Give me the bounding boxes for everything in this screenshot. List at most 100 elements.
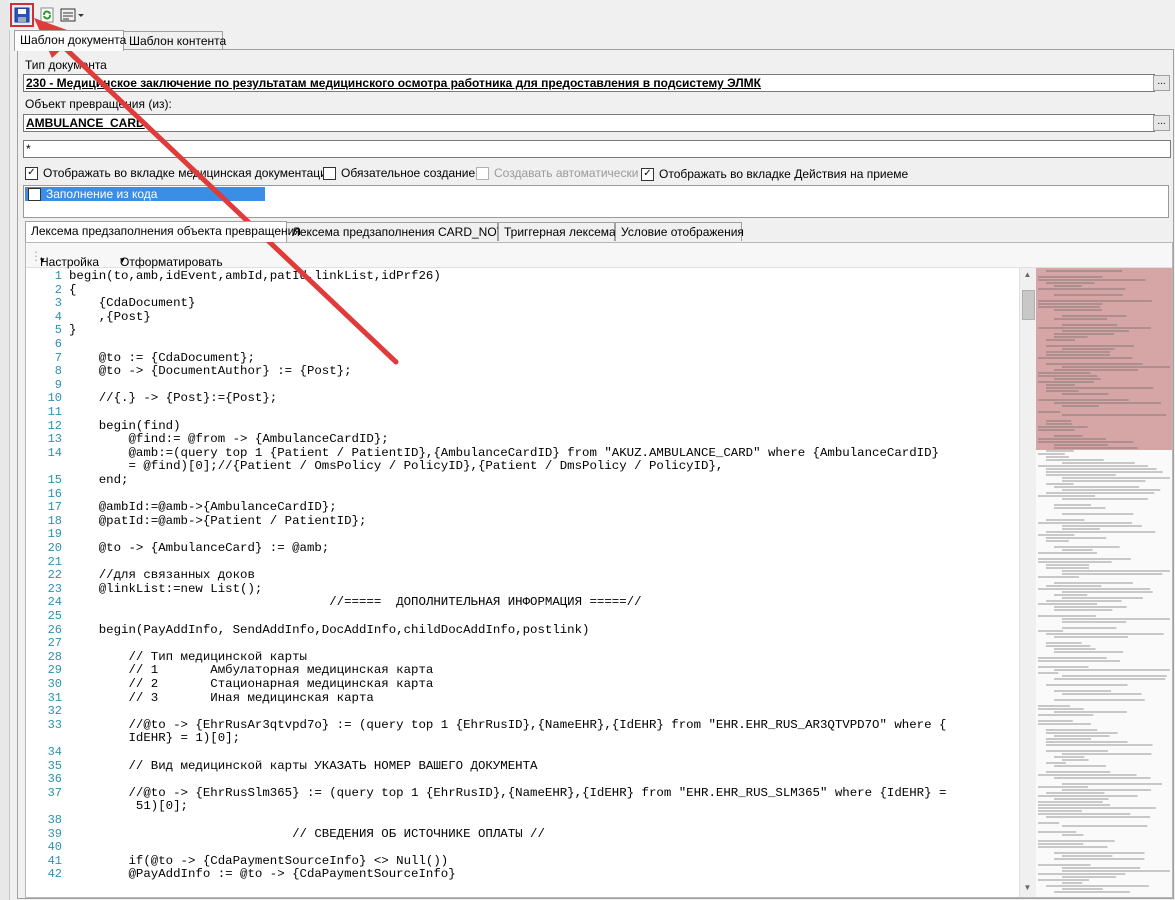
code-line[interactable]: end; <box>69 473 129 488</box>
line-number: 15 <box>47 473 62 487</box>
scroll-up-icon[interactable]: ▲ <box>1022 270 1033 282</box>
line-number: 12 <box>47 418 62 433</box>
left-dock-strip <box>0 0 10 900</box>
code-line[interactable]: if(@to -> {CdaPaymentSourceInfo} <> Null… <box>69 854 448 869</box>
tab-document-template[interactable]: Шаблон документа <box>14 30 126 51</box>
code-line[interactable]: = @find)[0];//{Patient / OmsPolicy / Pol… <box>69 460 723 474</box>
checkbox-box[interactable]: ✓ <box>25 166 38 180</box>
line-number: 18 <box>47 513 62 528</box>
doc-type-field[interactable]: 230 - Медицинское заключение по результа… <box>23 74 1155 92</box>
code-line[interactable]: begin(PayAddInfo, SendAddInfo,DocAddInfo… <box>69 623 590 638</box>
code-line[interactable]: // Вид медицинской карты УКАЗАТЬ НОМЕР В… <box>69 759 537 774</box>
checkbox-mandatory-creation[interactable]: Обязательное создание <box>323 166 475 180</box>
line-number: 37 <box>47 785 62 800</box>
code-line[interactable]: // 2 Стационарная медицинская карта <box>69 677 433 692</box>
code-line[interactable]: @find:= @from -> {AmbulanceCardID}; <box>69 433 388 447</box>
save-icon[interactable] <box>10 3 34 27</box>
code-line[interactable]: // Тип медицинской карты <box>69 650 306 665</box>
line-number: 16 <box>47 486 62 501</box>
code-line[interactable]: //@to -> {EhrRusAr3qtvpd7o} := (query to… <box>69 718 946 733</box>
document-template-panel: Тип документа 230 - Медицинское заключен… <box>17 49 1174 899</box>
tab-content-template[interactable]: Шаблон контента <box>123 31 226 50</box>
code-line[interactable]: } <box>69 324 76 338</box>
code-line[interactable]: @amb:=(query top 1 {Patient / PatientID}… <box>69 446 938 461</box>
code-line[interactable]: //для связанных доков <box>69 569 255 583</box>
code-line[interactable]: @to := {CdaDocument}; <box>69 351 255 366</box>
checkbox-show-in-med-docs[interactable]: ✓ Отображать во вкладке медицинская докум… <box>25 166 333 180</box>
line-number: 26 <box>47 622 62 637</box>
source-object-label: Объект превращения (из): <box>25 97 172 111</box>
scroll-down-icon[interactable]: ▼ <box>1022 883 1033 895</box>
line-number: 19 <box>47 527 62 542</box>
checkbox-box[interactable]: ✓ <box>641 167 654 181</box>
code-line[interactable]: @to -> {DocumentAuthor} := {Post}; <box>69 365 352 379</box>
line-number: 11 <box>47 405 62 419</box>
code-minimap[interactable] <box>1036 268 1172 897</box>
tab-trigger-lexeme[interactable]: Триггерная лексема <box>498 222 616 241</box>
line-number: 7 <box>54 350 62 365</box>
extra-field[interactable]: * <box>23 140 1171 158</box>
line-number: 34 <box>47 745 62 759</box>
line-number: 5 <box>54 323 62 338</box>
code-editor[interactable]: ⋮ Настройка ▾ Отформатировать ▾ 12 34 5678… <box>25 242 1173 898</box>
checkbox-show-in-actions[interactable]: ✓ Отображать во вкладке Действия на прием… <box>641 167 908 181</box>
code-line[interactable]: //===== ДОПОЛНИТЕЛЬНАЯ ИНФОРМАЦИЯ =====/… <box>69 596 641 610</box>
line-number: 24 <box>47 595 62 610</box>
code-line[interactable]: //{.} -> {Post}:={Post}; <box>69 392 277 406</box>
line-number: 36 <box>47 772 62 787</box>
code-line[interactable]: ,{Post} <box>69 310 151 325</box>
line-number: 13 <box>47 432 62 447</box>
layout-dropdown-icon[interactable] <box>59 5 87 25</box>
code-line[interactable]: // 3 Иная медицинская карта <box>69 691 373 706</box>
code-line[interactable]: begin(to,amb,idEvent,ambId,patId,linkLis… <box>69 269 441 284</box>
tab-display-condition[interactable]: Условие отображения <box>615 222 744 241</box>
source-object-field[interactable]: AMBULANCE_CARD <box>23 114 1155 132</box>
code-line[interactable]: 51)[0]; <box>69 800 188 814</box>
line-number: 9 <box>54 377 62 392</box>
code-line[interactable]: @to -> {AmbulanceCard} := @amb; <box>69 541 330 556</box>
line-number: 8 <box>54 364 62 379</box>
code-line[interactable]: @patId:=@amb->{Patient / PatientID}; <box>69 514 367 529</box>
line-number: 21 <box>47 554 62 569</box>
line-number: 39 <box>47 826 62 841</box>
checkbox-create-automatically: Создавать автоматически <box>476 166 638 180</box>
editor-toolbar: ⋮ Настройка ▾ Отформатировать ▾ <box>26 243 1172 269</box>
code-line[interactable]: IdEHR} = 1)[0]; <box>69 732 240 746</box>
line-number: 1 <box>54 269 62 283</box>
line-number: 6 <box>54 337 62 351</box>
code-line[interactable]: //@to -> {EhrRusSlm365} := (query top 1 … <box>69 786 946 801</box>
code-line[interactable]: @ambId:=@amb->{AmbulanceCardID}; <box>69 501 337 515</box>
line-number: 2 <box>54 282 62 297</box>
main-toolbar <box>9 0 1175 30</box>
code-line[interactable]: @linkList:=new List(); <box>69 582 263 597</box>
editor-scrollbar[interactable]: ▲ ▼ <box>1019 268 1036 897</box>
checkbox-box[interactable] <box>323 166 336 180</box>
list-item[interactable]: Заполнение из кода <box>25 187 265 201</box>
code-line[interactable]: // СВЕДЕНИЯ ОБ ИСТОЧНИКЕ ОПЛАТЫ // <box>69 827 545 842</box>
line-number: 27 <box>47 636 62 651</box>
code-line[interactable]: // 1 Амбулаторная медицинская карта <box>69 664 433 678</box>
fill-options-list[interactable]: Заполнение из кода <box>23 185 1169 218</box>
line-number: 25 <box>47 609 62 623</box>
code-line[interactable]: {CdaDocument} <box>69 297 196 311</box>
checkbox-box[interactable] <box>28 187 41 201</box>
refresh-icon[interactable] <box>37 5 57 25</box>
tab-lexeme-prefill-object[interactable]: Лексема предзаполнения объекта превращен… <box>25 221 301 242</box>
doc-type-browse-button[interactable]: ... <box>1153 75 1170 91</box>
source-object-browse-button[interactable]: ... <box>1153 115 1170 131</box>
line-number: 38 <box>47 813 62 827</box>
line-number: 35 <box>47 758 62 773</box>
line-number: 29 <box>47 663 62 678</box>
code-line[interactable]: begin(find) <box>69 419 181 434</box>
scrollbar-thumb[interactable] <box>1022 290 1035 320</box>
code-area[interactable]: begin(to,amb,idEvent,ambId,patId,linkLis… <box>69 268 1017 897</box>
line-number: 30 <box>47 677 62 691</box>
tab-lexeme-card-note[interactable]: Лексема предзаполнения CARD_NOTE <box>286 222 512 241</box>
line-number-gutter: 1 2 3 4 5 6 7 8 9 10 11 12 13 14 15 16 17 18 19 20 21 22 23 24 2… <box>26 268 66 897</box>
code-line[interactable]: @PayAddInfo := @to -> {CdaPaymentSourceI… <box>69 868 455 882</box>
code-line[interactable]: { <box>69 283 76 298</box>
line-number: 14 <box>47 445 62 460</box>
line-number: 40 <box>47 840 62 855</box>
line-number: 17 <box>47 500 62 515</box>
line-number: 33 <box>47 717 62 732</box>
